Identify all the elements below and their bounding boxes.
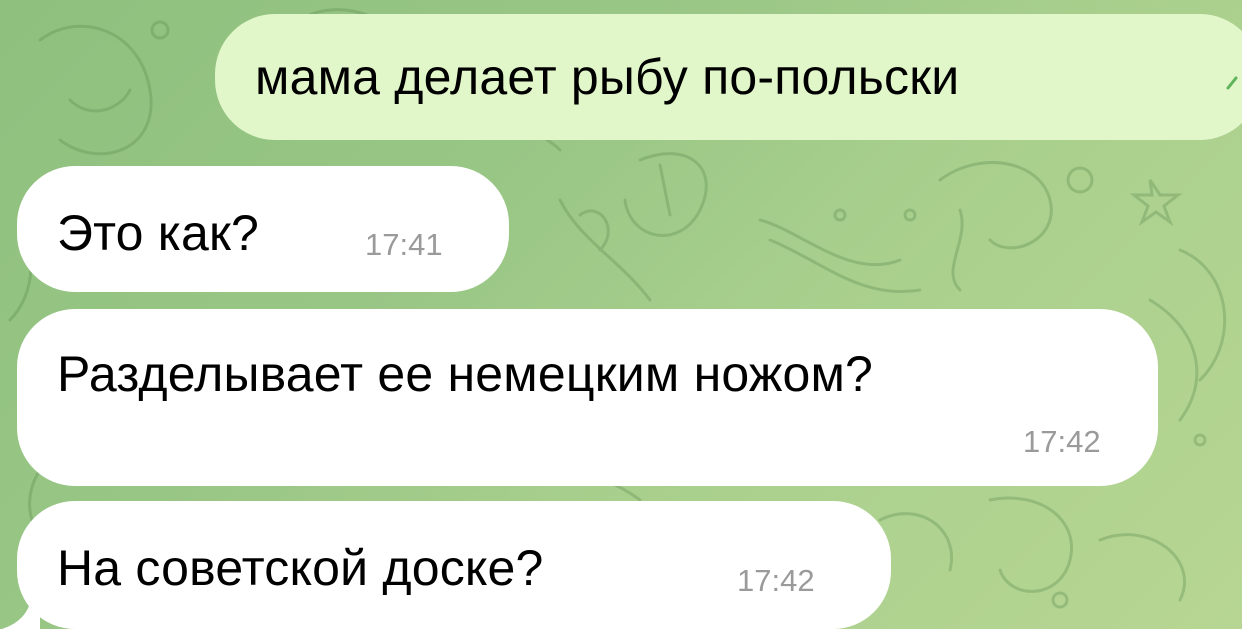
message-timestamp: 17:42	[1023, 424, 1101, 459]
incoming-message-bubble[interactable]: Разделывает ее немецким ножом? 17:42	[17, 309, 1158, 486]
incoming-message-bubble[interactable]: Это как? 17:41	[17, 166, 509, 292]
outgoing-message-bubble[interactable]: мама делает рыбу по-польски	[215, 14, 1242, 140]
incoming-message-text: На советской доске?	[57, 540, 544, 596]
read-check-icon	[1226, 76, 1238, 90]
outgoing-message-text: мама делает рыбу по-польски	[255, 49, 960, 105]
bubble-tail-icon	[2, 589, 40, 629]
message-timestamp: 17:42	[737, 563, 815, 598]
incoming-message-bubble[interactable]: На советской доске? 17:42	[17, 501, 891, 629]
incoming-message-text: Это как?	[57, 205, 260, 261]
incoming-message-text: Разделывает ее немецким ножом?	[57, 346, 874, 402]
message-timestamp: 17:41	[365, 227, 443, 262]
